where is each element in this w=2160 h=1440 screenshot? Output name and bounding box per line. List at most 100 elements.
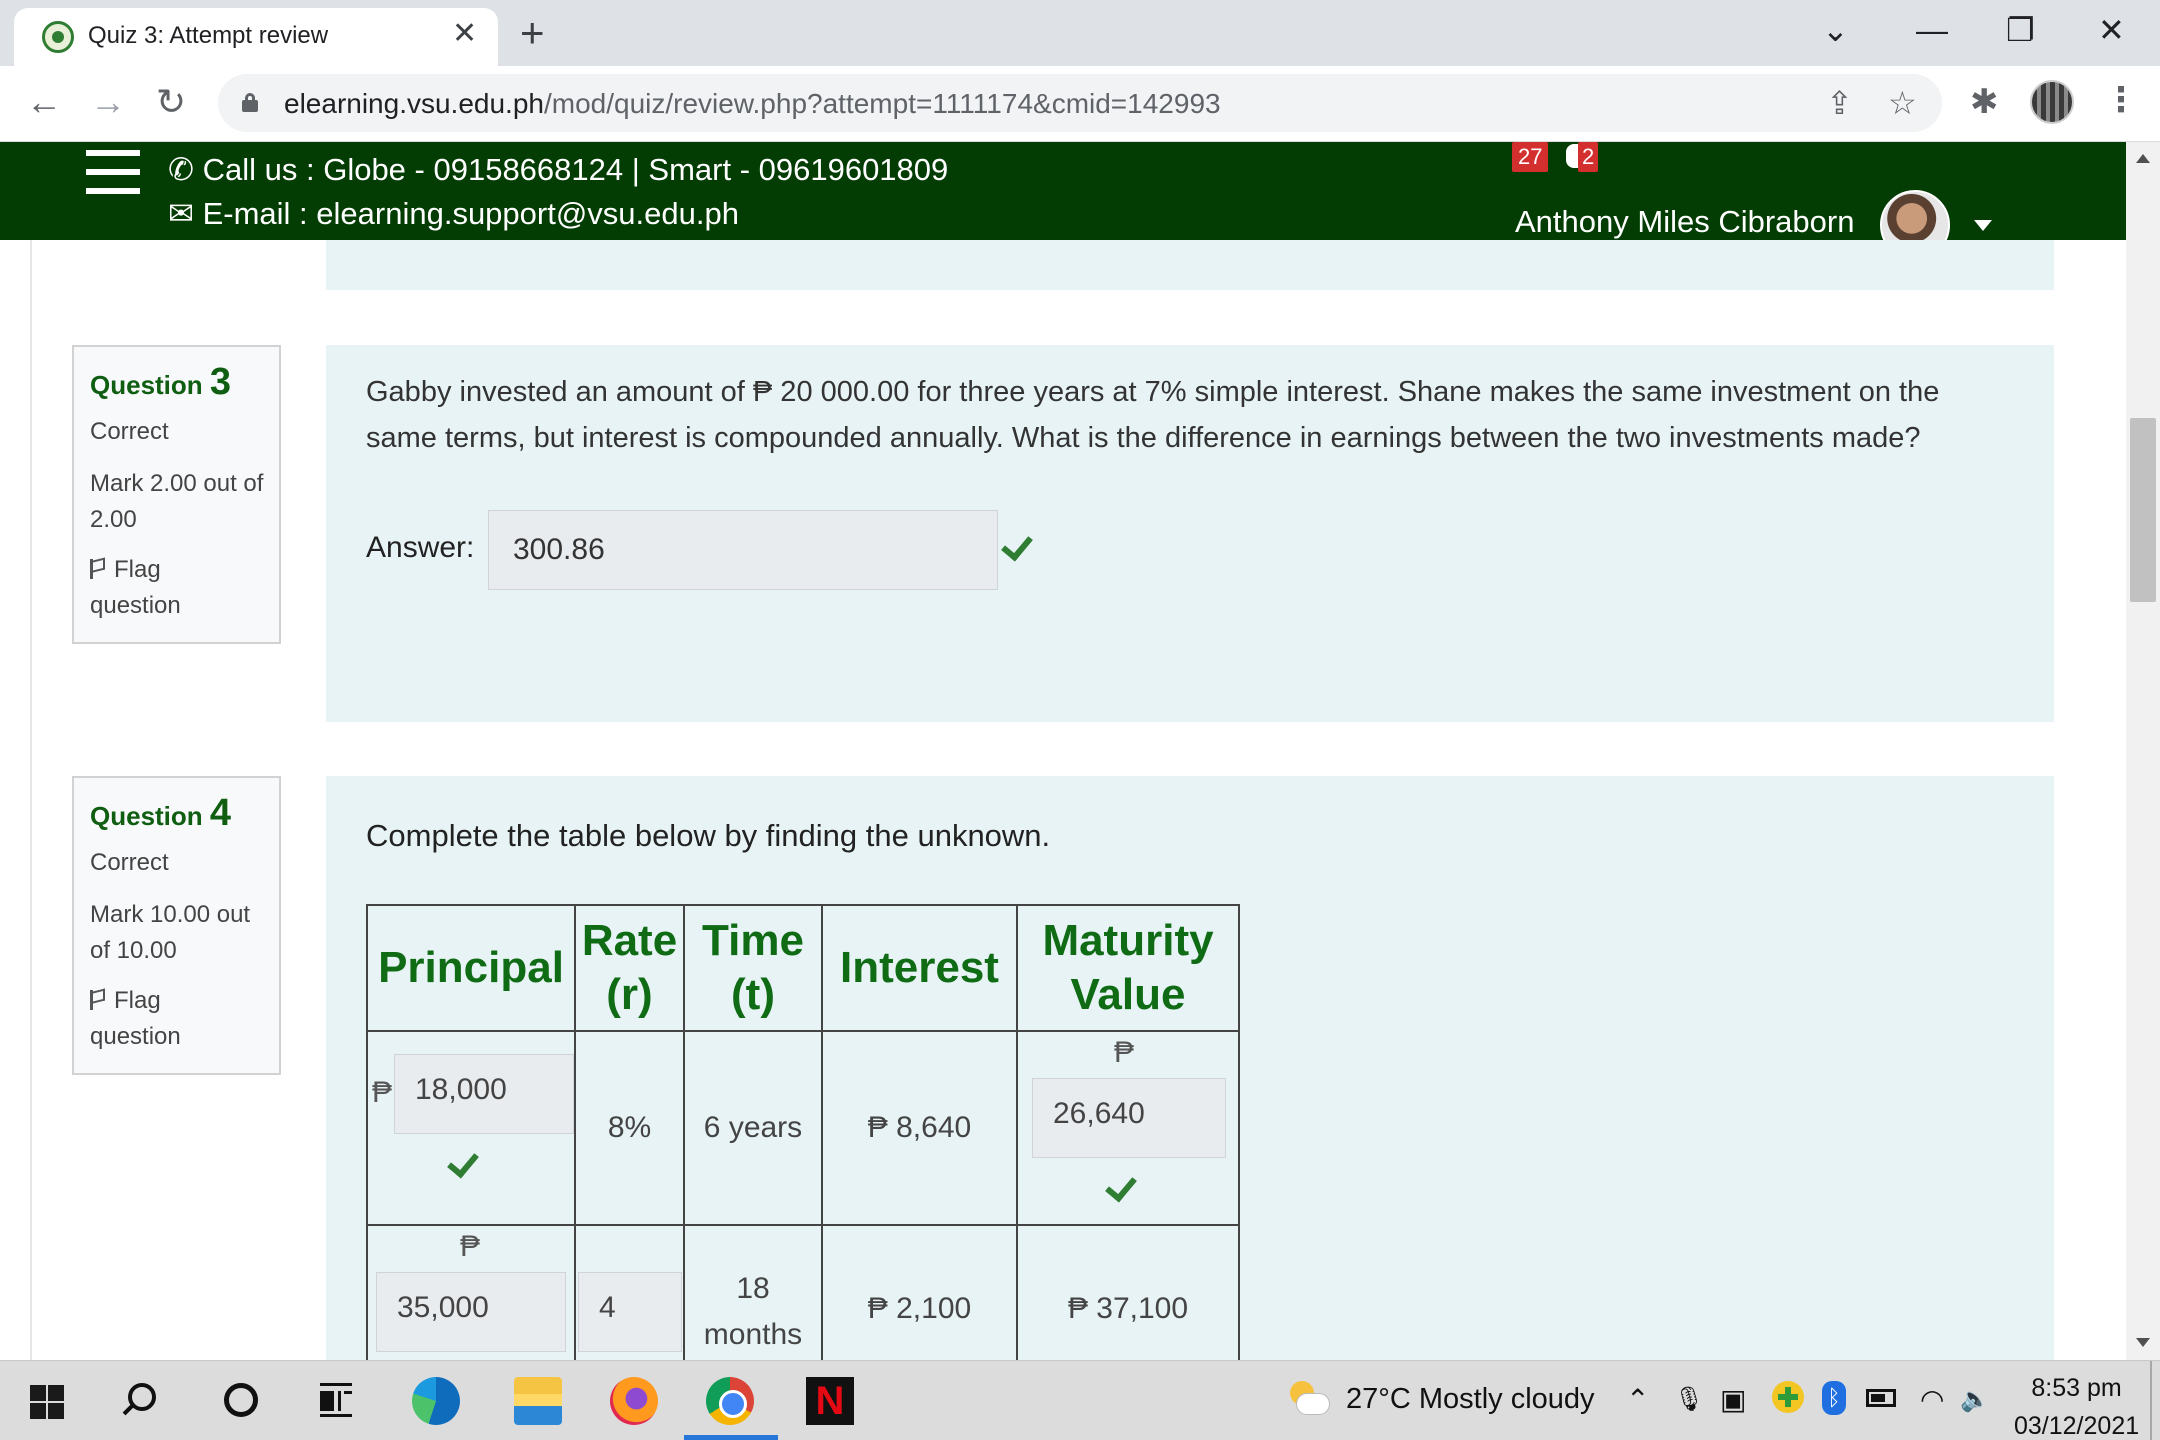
url-text[interactable]: elearning.vsu.edu.ph/mod/quiz/review.php…	[284, 88, 1221, 120]
browser-toolbar: ← → ↻ elearning.vsu.edu.ph/mod/quiz/revi…	[0, 66, 2160, 142]
battery-icon[interactable]	[1866, 1389, 1896, 1407]
page-scrollbar[interactable]	[2126, 142, 2160, 1360]
header-principal: Principal	[366, 904, 576, 1032]
profile-avatar[interactable]	[2030, 80, 2074, 124]
minimize-button[interactable]: —	[1916, 10, 1948, 50]
tab-search-icon[interactable]: ⌄	[1822, 10, 1849, 50]
email-icon: ✉	[168, 196, 194, 231]
interest-value: ₱ 2,100	[867, 1292, 972, 1325]
restore-button[interactable]: ❐	[2006, 10, 2035, 50]
rate-input[interactable]: 4	[578, 1272, 682, 1352]
principal-input[interactable]: 18,000	[394, 1054, 574, 1134]
question-3-info: Question 3 Correct Mark 2.00 out of 2.00…	[72, 345, 281, 644]
firefox-icon[interactable]	[610, 1377, 658, 1425]
scroll-thumb[interactable]	[2130, 418, 2156, 602]
question-instruction: Complete the table below by finding the …	[366, 818, 1051, 853]
close-window-button[interactable]: ✕	[2098, 10, 2125, 50]
scroll-down-arrow-icon[interactable]	[2136, 1338, 2150, 1347]
address-bar[interactable]: elearning.vsu.edu.ph/mod/quiz/review.php…	[218, 74, 1942, 132]
question-state: Correct	[90, 418, 169, 445]
clock-time: 8:53 pm	[2031, 1374, 2122, 1402]
previous-question-content	[326, 240, 2054, 290]
hamburger-menu-icon[interactable]	[86, 150, 140, 194]
header-time: Time (t)	[683, 904, 823, 1032]
browser-tab-quiz-review[interactable]: Quiz 3: Attempt review ✕	[14, 8, 498, 66]
page-content: Question 3 Correct Mark 2.00 out of 2.00…	[0, 240, 2126, 1360]
edge-browser-icon[interactable]	[412, 1377, 460, 1425]
microphone-icon[interactable]: 🎙	[1674, 1383, 1704, 1417]
table-row: ₱ 18,000 8% 6 years ₱ 8,640 ₱ 26,640	[366, 1030, 1240, 1226]
table-header-row: Principal Rate (r) Time (t) Interest Mat…	[366, 904, 1240, 1032]
wifi-icon[interactable]: ◠	[1920, 1383, 1944, 1417]
bluetooth-icon[interactable]: ᛒ	[1822, 1381, 1846, 1415]
flag-icon	[90, 559, 104, 579]
chrome-icon[interactable]	[706, 1377, 754, 1425]
principal-cell: ₱ 35,000	[366, 1224, 576, 1360]
tray-overflow-icon[interactable]: ⌃	[1626, 1383, 1649, 1417]
question-4-content: Complete the table below by finding the …	[326, 776, 2054, 1360]
phone-icon: ✆	[168, 152, 194, 187]
task-view-icon[interactable]	[320, 1383, 352, 1417]
header-maturity-value: Maturity Value	[1016, 904, 1240, 1032]
weather-text[interactable]: 27°C Mostly cloudy	[1346, 1383, 1595, 1416]
windows-start-icon[interactable]	[30, 1385, 64, 1419]
answer-input[interactable]: 300.86	[488, 510, 998, 590]
bookmark-star-icon[interactable]: ☆	[1888, 84, 1917, 122]
netflix-icon[interactable]: N	[806, 1377, 854, 1425]
clock-date: 03/12/2021	[2014, 1412, 2140, 1440]
question-number: Question 3	[90, 361, 232, 403]
lock-icon[interactable]	[242, 93, 258, 112]
active-app-indicator	[684, 1435, 778, 1440]
new-tab-button[interactable]: +	[520, 10, 545, 56]
phone-text: Call us : Globe - 09158668124 | Smart - …	[202, 152, 949, 187]
correct-check-icon	[1108, 1172, 1138, 1202]
email-text: E-mail : elearning.support@vsu.edu.ph	[202, 196, 739, 231]
url-host: elearning.vsu.edu.ph	[284, 88, 544, 119]
volume-icon[interactable]: 🔈	[1960, 1383, 1990, 1417]
maturity-input[interactable]: 26,640	[1032, 1078, 1226, 1158]
question-grade: Mark 2.00 out of 2.00	[90, 470, 264, 533]
peso-symbol: ₱	[372, 1076, 393, 1109]
scroll-up-arrow-icon[interactable]	[2136, 154, 2150, 163]
show-desktop-button[interactable]	[2150, 1361, 2152, 1440]
user-menu-caret-icon[interactable]	[1974, 220, 1992, 231]
flag-question-link[interactable]: Flag question	[90, 983, 240, 1055]
interest-table: Principal Rate (r) Time (t) Interest Mat…	[366, 904, 1240, 1360]
weather-cloudy-icon[interactable]	[1284, 1381, 1330, 1417]
file-explorer-icon[interactable]	[514, 1377, 562, 1425]
principal-input[interactable]: 35,000	[376, 1272, 566, 1352]
question-grade: Mark 10.00 out of 10.00	[90, 901, 251, 964]
question-4-info: Question 4 Correct Mark 10.00 out of 10.…	[72, 776, 281, 1075]
peso-symbol: ₱	[1114, 1036, 1135, 1069]
answer-label: Answer:	[366, 531, 475, 564]
rate-cell: 4	[574, 1224, 685, 1360]
question-number: Question 4	[90, 792, 232, 834]
taskbar-clock[interactable]: 8:53 pm 03/12/2021	[2014, 1369, 2139, 1440]
url-path: /mod/quiz/review.php?attempt=1111174&cmi…	[543, 88, 1221, 119]
reload-button[interactable]: ↻	[156, 82, 186, 122]
flag-icon	[90, 990, 104, 1010]
browser-menu-icon[interactable]: ⋮	[2104, 80, 2138, 120]
message-badge[interactable]: 2	[1578, 142, 1599, 172]
back-button[interactable]: ←	[26, 82, 62, 122]
health-plus-icon[interactable]	[1772, 1381, 1804, 1413]
interest-cell: ₱ 2,100	[821, 1224, 1018, 1360]
browser-tab-bar: Quiz 3: Attempt review ✕ + ⌄ — ❐ ✕	[0, 0, 2160, 66]
extensions-puzzle-icon[interactable]: ✱	[1970, 82, 1999, 122]
principal-cell: ₱ 18,000	[366, 1030, 576, 1226]
contact-email: ✉ E-mail : elearning.support@vsu.edu.ph	[168, 196, 739, 232]
notification-badge[interactable]: 27	[1512, 142, 1549, 172]
screen-app-icon[interactable]: ▣	[1720, 1383, 1746, 1417]
forward-button[interactable]: →	[90, 82, 126, 122]
vsu-favicon-icon	[42, 21, 74, 53]
contact-phone: ✆ Call us : Globe - 09158668124 | Smart …	[168, 152, 948, 188]
windows-taskbar: N 27°C Mostly cloudy ⌃ 🎙 ▣ ᛒ ◠ 🔈 8:53 pm…	[0, 1360, 2160, 1440]
flag-question-link[interactable]: Flag question	[90, 552, 240, 624]
user-name[interactable]: Anthony Miles Cibraborn	[1515, 204, 1854, 240]
share-icon[interactable]: ⇪	[1826, 84, 1853, 122]
cortana-icon[interactable]	[224, 1383, 258, 1417]
question-state: Correct	[90, 849, 169, 876]
question-text: Gabby invested an amount of ₱ 20 000.00 …	[366, 376, 1940, 454]
time-cell: 18 months	[683, 1224, 823, 1360]
tab-close-icon[interactable]: ✕	[452, 16, 477, 52]
